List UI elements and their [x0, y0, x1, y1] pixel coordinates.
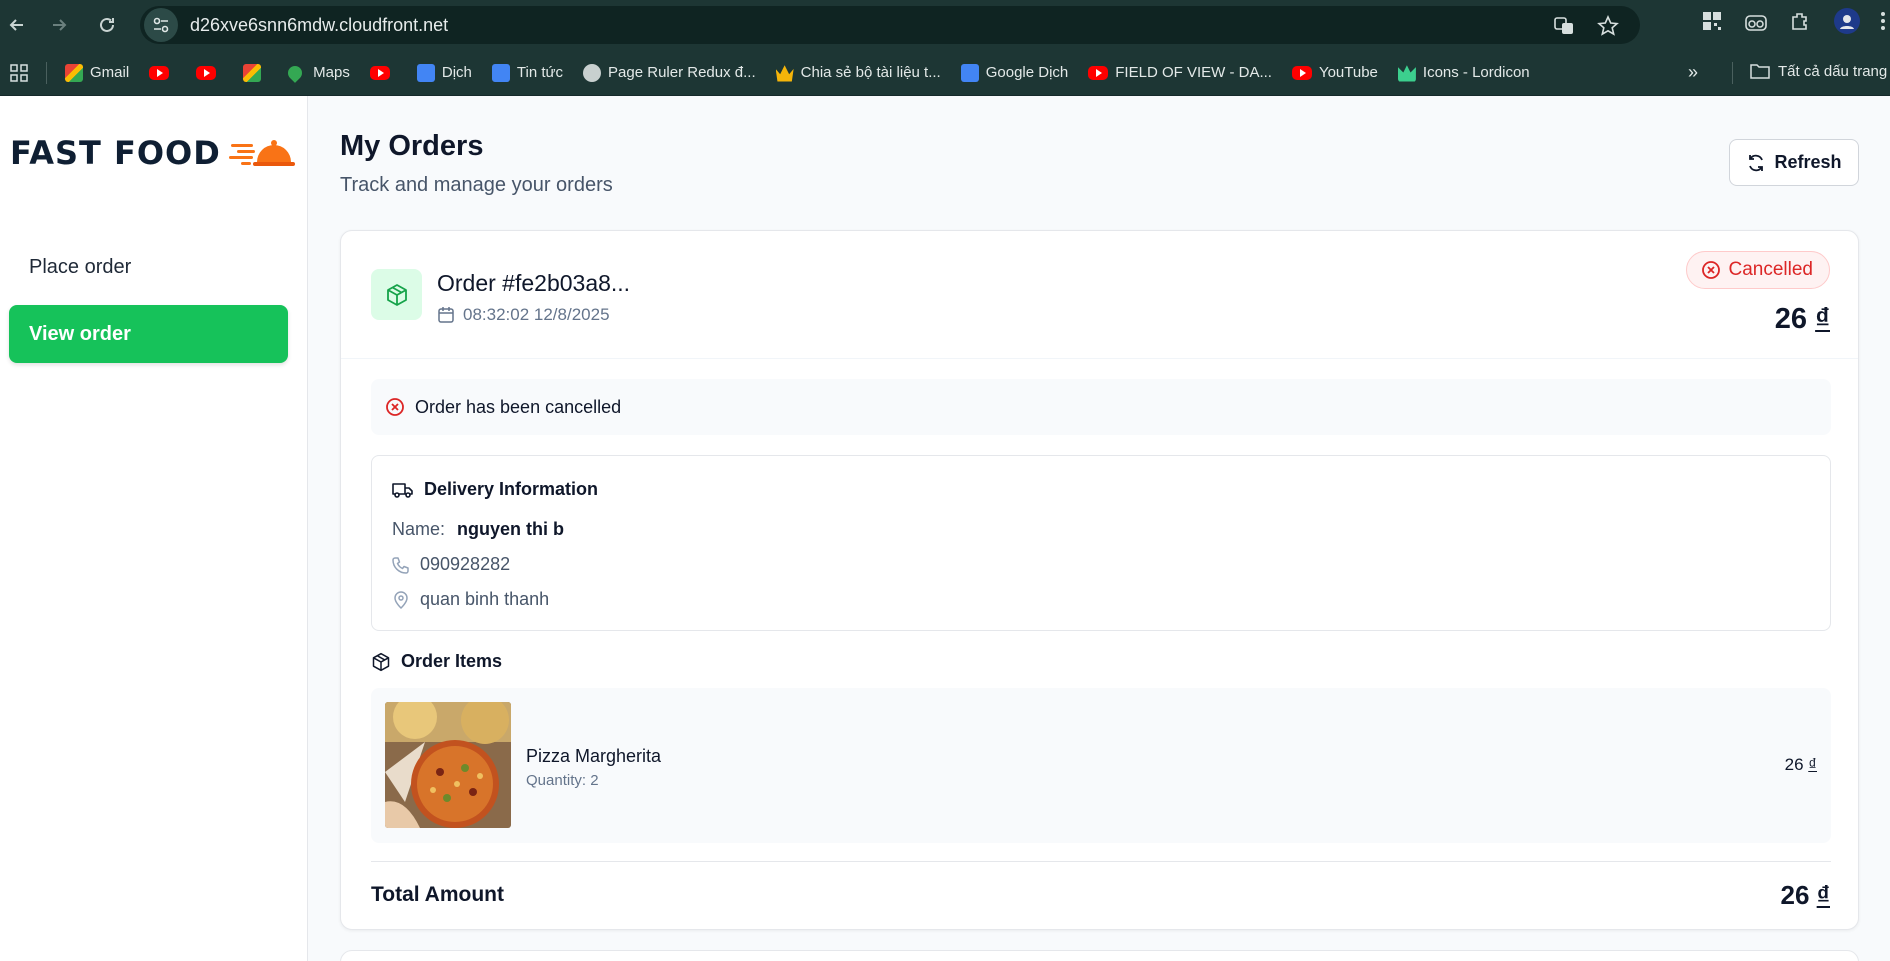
- sidebar-item-place-order[interactable]: Place order: [9, 238, 288, 296]
- bookmark-youtube-3[interactable]: [369, 65, 397, 80]
- order-amount: 26 ₫: [1774, 303, 1830, 335]
- delivery-title: Delivery Information: [392, 479, 598, 500]
- translate-icon[interactable]: [1552, 14, 1576, 38]
- qr-code-icon[interactable]: [1700, 9, 1724, 33]
- google-news-icon: [491, 63, 510, 82]
- delivery-name-row: Name: nguyen thi b: [392, 519, 565, 539]
- bookmark-lordicon[interactable]: Icons - Lordicon: [1397, 64, 1530, 82]
- bookmark-divider: [1732, 62, 1733, 84]
- cancel-notice: Order has been cancelled: [371, 379, 1831, 435]
- bookmark-youtube[interactable]: YouTube: [1291, 64, 1378, 81]
- delivery-address-row: quan binh thanh: [392, 589, 549, 610]
- calendar-icon: [438, 307, 454, 323]
- gmail-icon: [65, 63, 83, 82]
- item-price: 26 ₫: [1784, 755, 1817, 774]
- incognito-icon[interactable]: [1744, 9, 1768, 33]
- bookmark-page-ruler[interactable]: Page Ruler Redux đ...: [583, 63, 756, 82]
- youtube-icon: [196, 65, 217, 80]
- bookmark-youtube-2[interactable]: [196, 65, 223, 80]
- gmail-icon: [243, 63, 262, 82]
- lordicon-icon: [1397, 65, 1416, 82]
- youtube-icon: [369, 65, 390, 80]
- extensions-icon[interactable]: [1788, 9, 1812, 33]
- page-subtitle: Track and manage your orders: [340, 174, 613, 196]
- brand-name: FAST FOOD: [10, 133, 221, 172]
- page-title: My Orders: [340, 130, 484, 162]
- location-pin-icon: [394, 590, 408, 609]
- bookmark-divider: [46, 61, 47, 84]
- x-circle-icon: [386, 398, 404, 416]
- sidebar-item-view-order[interactable]: View order: [9, 305, 288, 363]
- youtube-icon: [1291, 65, 1312, 80]
- total-label: Total Amount: [371, 883, 504, 906]
- maps-icon: [285, 62, 306, 83]
- order-card-header: Order #fe2b03a8... 08:32:02 12/8/2025 Ca…: [341, 231, 1858, 359]
- profile-avatar[interactable]: [1834, 8, 1860, 34]
- order-items-title: Order Items: [371, 651, 502, 672]
- bookmark-google-dich[interactable]: Google Dịch: [960, 63, 1068, 82]
- reload-icon[interactable]: [92, 10, 122, 40]
- pizza-image: [385, 702, 511, 828]
- sidebar: FAST FOOD Place order View order: [0, 96, 308, 961]
- crown-icon: [775, 65, 794, 82]
- brand-logo[interactable]: FAST FOOD: [10, 132, 295, 173]
- package-icon: [372, 652, 390, 671]
- globe-icon: [583, 63, 602, 82]
- google-translate-icon: [416, 63, 435, 82]
- customer-phone: 090928282: [420, 554, 511, 574]
- google-translate-icon: [960, 63, 979, 82]
- package-icon: [371, 269, 422, 320]
- order-date: 08:32:02 12/8/2025: [437, 305, 610, 325]
- folder-icon: [1750, 64, 1770, 79]
- phone-icon: [392, 556, 409, 574]
- food-cloche-icon: [228, 132, 295, 173]
- customer-address: quan binh thanh: [420, 589, 550, 609]
- order-item-row: Pizza Margherita Quantity: 2 26 ₫: [371, 688, 1831, 843]
- youtube-icon: [149, 65, 170, 80]
- main-content: My Orders Track and manage your orders R…: [308, 96, 1890, 961]
- status-badge: Cancelled: [1685, 251, 1830, 289]
- bookmark-youtube-1[interactable]: [149, 65, 176, 80]
- address-bar[interactable]: d26xve6snn6mdw.cloudfront.net: [140, 6, 1640, 44]
- bookmark-maps[interactable]: Maps: [285, 62, 350, 83]
- bookmark-dich[interactable]: Dịch: [416, 63, 472, 82]
- forward-icon[interactable]: [44, 10, 74, 40]
- browser-toolbar: d26xve6snn6mdw.cloudfront.net: [0, 0, 1890, 50]
- delivery-phone-row: 090928282: [392, 554, 510, 575]
- bookmark-gmail[interactable]: Gmail: [65, 63, 129, 82]
- item-quantity: Quantity: 2: [526, 772, 599, 789]
- total-value: 26 ₫: [1780, 880, 1831, 910]
- apps-grid-icon[interactable]: [10, 63, 28, 82]
- customer-name: nguyen thi b: [457, 519, 565, 539]
- bookmark-field-of-view[interactable]: FIELD OF VIEW - DA...: [1088, 64, 1272, 81]
- more-bookmarks-button[interactable]: »: [1688, 62, 1698, 83]
- refresh-button[interactable]: Refresh: [1729, 139, 1859, 186]
- bookmark-tin-tuc[interactable]: Tin tức: [491, 63, 563, 82]
- truck-icon: [392, 482, 413, 498]
- all-bookmarks-folder[interactable]: Tất cả dấu trang: [1750, 62, 1887, 80]
- order-id: Order #fe2b03a8...: [437, 270, 631, 296]
- url-text[interactable]: d26xve6snn6mdw.cloudfront.net: [190, 15, 448, 36]
- x-circle-icon: [1701, 261, 1720, 279]
- back-icon[interactable]: [2, 10, 32, 40]
- bookmark-star-icon[interactable]: [1596, 14, 1620, 38]
- bookmark-chia-se[interactable]: Chia sẻ bộ tài liệu t...: [775, 64, 941, 82]
- order-card: Order #fe2b03a8... 08:32:02 12/8/2025 Ca…: [340, 230, 1859, 930]
- bookmark-gmail-2[interactable]: [243, 63, 268, 82]
- menu-dots-icon[interactable]: [1878, 9, 1888, 33]
- item-name: Pizza Margherita: [526, 746, 662, 766]
- delivery-info-panel: Delivery Information Name: nguyen thi b …: [371, 455, 1831, 631]
- refresh-icon: [1749, 154, 1764, 171]
- divider: [371, 861, 1831, 862]
- youtube-icon: [1088, 65, 1109, 80]
- site-settings-icon[interactable]: [144, 8, 178, 42]
- bookmarks-bar: Gmail Maps Dịch Tin tức Page Ruler Redux…: [0, 50, 1890, 96]
- next-order-card: [340, 950, 1859, 961]
